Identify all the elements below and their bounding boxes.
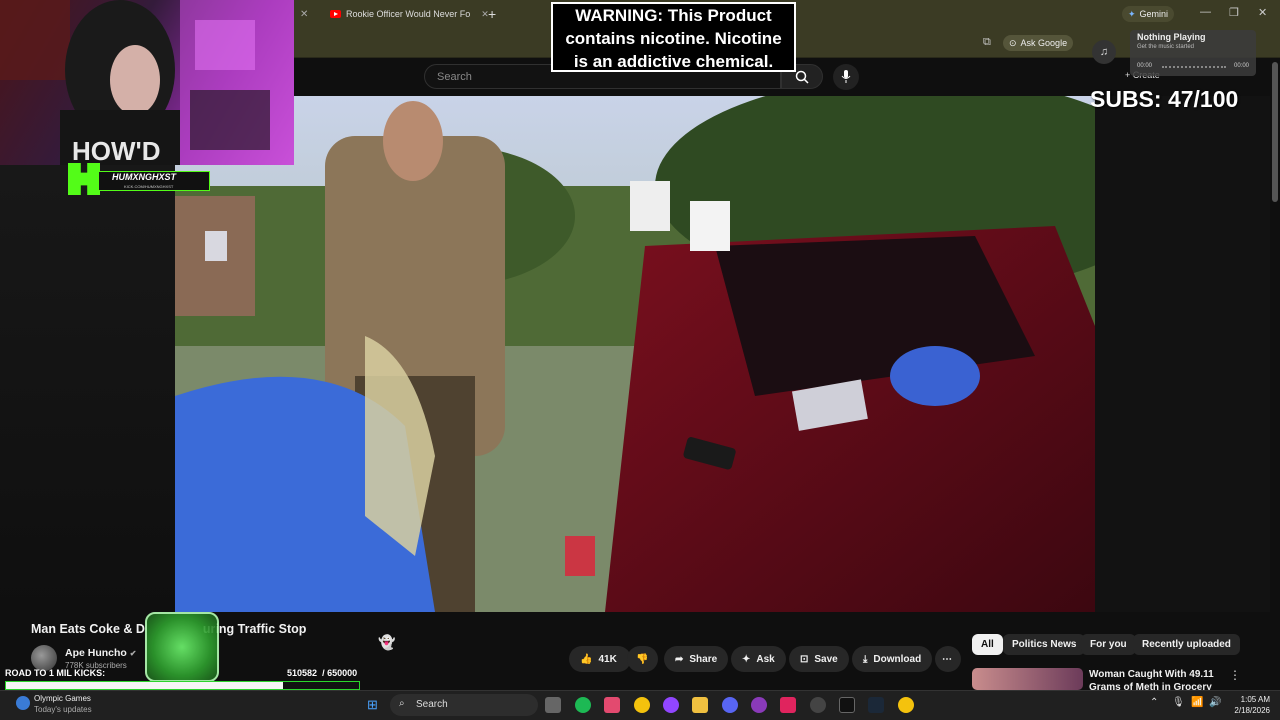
recommendation-title[interactable]: Woman Caught With 49.11 Grams of Meth in… xyxy=(1089,668,1229,690)
warning-line-2: contains nicotine. Nicotine xyxy=(565,29,782,48)
money-jar-icon xyxy=(145,612,219,682)
cast-icon[interactable]: ⧉ xyxy=(983,36,991,49)
news-widget-icon[interactable] xyxy=(16,696,30,710)
obs-icon[interactable] xyxy=(810,697,826,713)
more-actions-button[interactable]: ⋯ xyxy=(935,646,961,672)
spotify-icon[interactable] xyxy=(575,697,591,713)
verified-icon: ✔ xyxy=(129,649,137,658)
kick-badge: HUMXNGHXST KICK.COM/HUMXNGHXST xyxy=(68,163,210,195)
filter-chip-recent[interactable]: Recently uploaded xyxy=(1133,634,1240,655)
right-background xyxy=(1095,96,1270,612)
clock[interactable]: 1:05 AM 2/18/2026 xyxy=(1226,694,1270,716)
filter-chip-for-you[interactable]: For you xyxy=(1081,634,1136,655)
road-label: ROAD TO 1 MIL KICKS: xyxy=(5,668,106,678)
windows-start-icon[interactable]: ⊞ xyxy=(367,697,378,713)
new-tab-button[interactable]: + xyxy=(488,4,496,24)
road-count: 510582 / 650000 xyxy=(287,668,358,678)
chrome-active-icon[interactable] xyxy=(898,697,914,713)
thumbs-down-icon: 👎 xyxy=(636,653,649,665)
music-title: Nothing Playing xyxy=(1137,32,1206,42)
youtube-icon xyxy=(330,10,341,18)
recommendation-thumbnail[interactable] xyxy=(972,668,1083,690)
tray-chevron-icon[interactable]: ⌃ xyxy=(1150,697,1158,708)
kick-logo-icon xyxy=(68,163,100,195)
taskbar-search[interactable]: ⌕ Search xyxy=(390,694,538,716)
music-note-icon[interactable]: ♫ xyxy=(1092,40,1116,64)
terminal-icon[interactable] xyxy=(839,697,855,713)
channel-name[interactable]: Ape Huncho ✔ xyxy=(65,647,136,659)
sparkle-icon: ✦ xyxy=(742,653,751,665)
mic-icon xyxy=(841,70,851,83)
download-icon: ⤓ xyxy=(863,653,868,665)
app-icon-red[interactable] xyxy=(780,697,796,713)
filter-chip-politics[interactable]: Politics News xyxy=(1003,634,1086,655)
subs-counter: SUBS: 47/100 xyxy=(1090,86,1239,112)
webcam-image: HOW'D xyxy=(0,0,294,165)
nicotine-warning: WARNING: This Product contains nicotine.… xyxy=(551,2,796,72)
maximize-icon[interactable]: ❐ xyxy=(1229,6,1239,19)
video-player[interactable] xyxy=(175,96,1095,612)
music-subtitle: Get the music started xyxy=(1137,44,1195,50)
road-progress-bar xyxy=(5,681,360,690)
warning-line-3: is an addictive chemical. xyxy=(573,52,774,71)
road-progress-fill xyxy=(6,682,284,689)
share-button[interactable]: ➦ Share xyxy=(664,646,729,672)
chrome-icon[interactable] xyxy=(634,697,650,713)
gemini-icon: ✦ xyxy=(1128,8,1136,19)
scrollbar-thumb[interactable] xyxy=(1272,62,1278,202)
download-button[interactable]: ⤓ Download xyxy=(852,646,933,672)
news-title[interactable]: Olympic Games xyxy=(34,694,91,703)
share-icon: ➦ xyxy=(675,653,684,665)
music-progress xyxy=(1162,66,1226,68)
music-time-end: 00:00 xyxy=(1234,63,1250,69)
discord-icon[interactable] xyxy=(722,697,738,713)
music-widget[interactable]: Nothing Playing Get the music started 00… xyxy=(1130,30,1256,76)
lens-icon: ⊙ xyxy=(1009,37,1017,48)
tab-video[interactable]: Rookie Officer Would Never Fo ✕ xyxy=(330,4,490,24)
volume-icon[interactable]: 🔊 xyxy=(1209,697,1221,708)
dislike-button[interactable]: 👎 xyxy=(627,646,658,672)
tab-title: Rookie Officer Would Never Fo xyxy=(346,9,471,19)
ask-button[interactable]: ✦ Ask xyxy=(731,646,786,672)
news-subtitle: Today's updates xyxy=(34,705,92,714)
more-icon: ⋯ xyxy=(942,653,952,665)
wifi-icon[interactable]: 📶 xyxy=(1191,697,1203,708)
gemini-button[interactable]: ✦ Gemini xyxy=(1122,6,1175,22)
taskbar-search-icon: ⌕ xyxy=(399,698,405,709)
recommendation-menu-icon[interactable]: ⋮ xyxy=(1229,668,1241,682)
thumbs-up-icon: 👍 xyxy=(580,653,593,665)
steam-icon[interactable] xyxy=(868,697,884,713)
minimize-icon[interactable]: — xyxy=(1200,6,1211,18)
task-view-icon[interactable] xyxy=(545,697,561,713)
kick-url: KICK.COM/HUMXNGHXST xyxy=(124,184,174,189)
voice-search-button[interactable] xyxy=(833,64,859,90)
like-button[interactable]: 👍 41K xyxy=(569,646,631,672)
mic-tray-icon[interactable]: 🎙 xyxy=(1172,697,1185,708)
music-app-icon[interactable] xyxy=(604,697,620,713)
video-frame xyxy=(175,96,1095,612)
close-window-icon[interactable]: ✕ xyxy=(1258,6,1267,19)
twitch-icon[interactable] xyxy=(663,697,679,713)
save-button[interactable]: ⊡ Save xyxy=(789,646,849,672)
bookmark-icon: ⊡ xyxy=(800,653,809,665)
streamer-webcam: HOW'D xyxy=(0,0,294,165)
music-time-start: 00:00 xyxy=(1137,63,1153,69)
filter-chip-all[interactable]: All xyxy=(972,634,1003,655)
app-icon-purple[interactable] xyxy=(751,697,767,713)
ask-google-button[interactable]: ⊙ Ask Google xyxy=(1003,35,1074,51)
search-icon xyxy=(795,70,809,84)
file-explorer-icon[interactable] xyxy=(692,697,708,713)
warning-line-1: WARNING: This Product xyxy=(575,6,772,25)
left-background xyxy=(0,165,175,612)
svg-text:HOW'D: HOW'D xyxy=(72,136,161,165)
kick-handle: HUMXNGHXST xyxy=(112,172,177,182)
tab-close-icon-left[interactable]: ✕ xyxy=(300,4,308,24)
ghost-icon: 👻 xyxy=(378,634,396,650)
